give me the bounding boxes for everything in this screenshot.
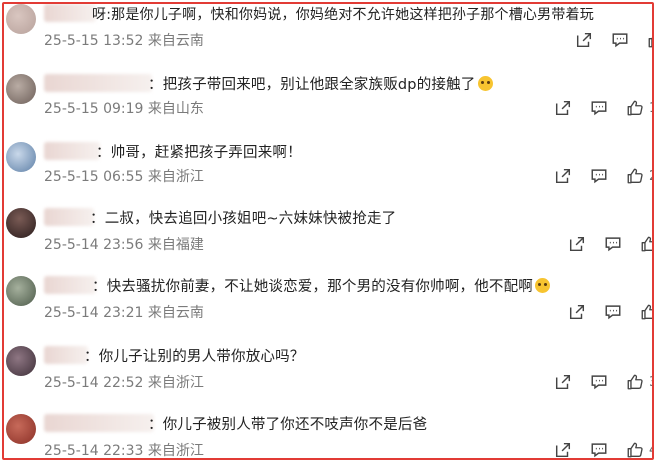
comment-meta: 25-5-14 22:33 来自浙江 xyxy=(44,443,204,459)
like-count: 2 xyxy=(649,169,652,184)
comment-icon[interactable] xyxy=(602,234,624,254)
avatar[interactable] xyxy=(6,74,36,104)
comment-list: 呀:那是你儿子啊，快和你妈说，你妈绝对不允许她这样把孙子那个槽心男带着玩 25-… xyxy=(2,2,654,460)
like-icon[interactable] xyxy=(624,166,646,186)
avatar[interactable] xyxy=(6,346,36,376)
like-count: 4 xyxy=(649,443,652,458)
avatar[interactable] xyxy=(6,142,36,172)
comment-text: 呀:那是你儿子啊，快和你妈说，你妈绝对不允许她这样把孙子那个槽心男带着玩 xyxy=(92,7,594,23)
username-blurred[interactable] xyxy=(44,346,88,364)
comment-icon[interactable] xyxy=(588,166,610,186)
comment-meta: 25-5-14 22:52 来自浙江 xyxy=(44,375,204,391)
comment-text: ：你儿子让别的男人带你放心吗？ xyxy=(84,349,305,365)
comment-actions xyxy=(552,302,652,322)
comment-item: ：快去骚扰你前妻，不让她谈恋爱，那个男的没有你帅啊，他不配啊 25-5-14 2… xyxy=(4,270,652,340)
comment-item: ：二叔，快去追回小孩姐吧~六妹妹快被抢走了 25-5-14 23:56 来自福建 xyxy=(4,202,652,272)
comment-icon[interactable] xyxy=(609,30,631,50)
like-count: 3 xyxy=(649,375,652,390)
avatar[interactable] xyxy=(6,276,36,306)
comment-actions xyxy=(552,234,652,254)
comment-icon[interactable] xyxy=(588,372,610,392)
comment-text: ：你儿子被别人带了你还不吱声你不是后爸 xyxy=(148,417,428,433)
like-icon[interactable] xyxy=(624,440,646,458)
comment-meta: 25-5-15 09:19 来自山东 xyxy=(44,101,204,117)
username-blurred[interactable] xyxy=(44,142,100,160)
like-icon[interactable] xyxy=(624,372,646,392)
share-icon[interactable] xyxy=(566,234,588,254)
like-icon[interactable] xyxy=(645,30,652,50)
comment-actions: 1 xyxy=(538,98,652,118)
avatar[interactable] xyxy=(6,208,36,238)
comment-meta: 25-5-14 23:21 来自云南 xyxy=(44,305,204,321)
like-count: 1 xyxy=(649,101,652,116)
avatar[interactable] xyxy=(6,4,36,34)
share-icon[interactable] xyxy=(552,440,574,458)
comment-meta: 25-5-15 06:55 来自浙江 xyxy=(44,169,204,185)
comment-icon[interactable] xyxy=(588,98,610,118)
comment-text: ：把孩子带回来吧，别让他跟全家族贩dp的接触了 xyxy=(148,73,493,94)
crying-emoji xyxy=(535,278,550,293)
crying-laughing-emoji xyxy=(477,76,493,91)
comment-actions: 4 xyxy=(538,440,652,458)
comment-meta: 25-5-15 13:52 来自云南 xyxy=(44,33,204,49)
share-icon[interactable] xyxy=(552,98,574,118)
comment-item: ：帅哥，赶紧把孩子弄回来啊！ 25-5-15 06:55 来自浙江 2 xyxy=(4,136,652,206)
username-blurred[interactable] xyxy=(44,74,152,92)
comment-icon[interactable] xyxy=(588,440,610,458)
comment-text: ：帅哥，赶紧把孩子弄回来啊！ xyxy=(96,145,302,161)
share-icon[interactable] xyxy=(566,302,588,322)
username-blurred[interactable] xyxy=(44,208,94,226)
share-icon[interactable] xyxy=(552,372,574,392)
like-icon[interactable] xyxy=(624,98,646,118)
comment-meta: 25-5-14 23:56 来自福建 xyxy=(44,237,204,253)
like-icon[interactable] xyxy=(638,302,652,322)
comment-item: ：把孩子带回来吧，别让他跟全家族贩dp的接触了 25-5-15 09:19 来自… xyxy=(4,68,652,138)
like-icon[interactable] xyxy=(638,234,652,254)
comment-text: ：快去骚扰你前妻，不让她谈恋爱，那个男的没有你帅啊，他不配啊 xyxy=(92,275,550,296)
share-icon[interactable] xyxy=(552,166,574,186)
username-blurred[interactable] xyxy=(44,4,96,22)
comment-actions: 2 xyxy=(538,166,652,186)
avatar[interactable] xyxy=(6,414,36,444)
comment-item: ：你儿子让别的男人带你放心吗？ 25-5-14 22:52 来自浙江 3 xyxy=(4,340,652,410)
comment-icon[interactable] xyxy=(602,302,624,322)
comment-text: ：二叔，快去追回小孩姐吧~六妹妹快被抢走了 xyxy=(90,211,397,227)
username-blurred[interactable] xyxy=(44,414,154,432)
share-icon[interactable] xyxy=(573,30,595,50)
comment-actions xyxy=(559,30,652,50)
comment-actions: 3 xyxy=(538,372,652,392)
comment-item: 呀:那是你儿子啊，快和你妈说，你妈绝对不允许她这样把孙子那个槽心男带着玩 25-… xyxy=(4,4,652,68)
username-blurred[interactable] xyxy=(44,276,96,294)
comment-item: ：你儿子被别人带了你还不吱声你不是后爸 25-5-14 22:33 来自浙江 4 xyxy=(4,408,652,459)
